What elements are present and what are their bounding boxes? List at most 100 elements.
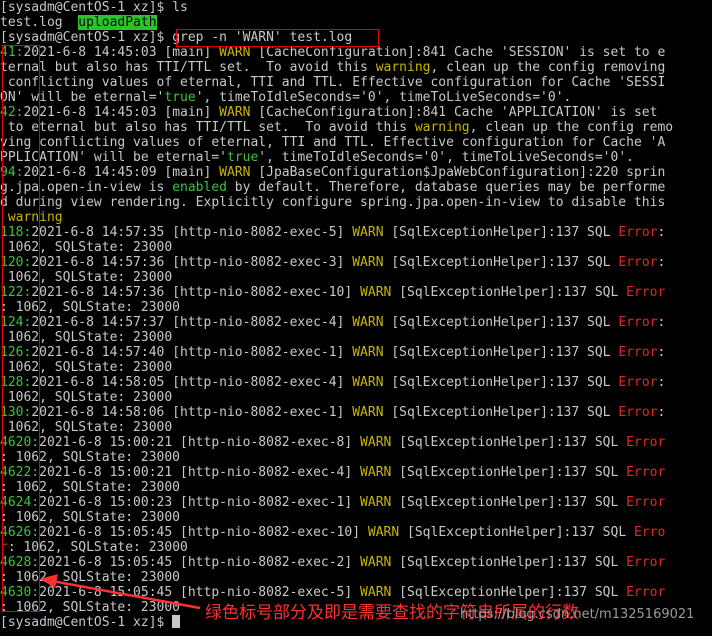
output-line: PPLICATION' will be eternal='true', time…: [0, 150, 634, 165]
log-text: [JpaBaseConfiguration$JpaWebConfiguratio…: [250, 165, 666, 180]
line-number-match: 4626:: [0, 525, 40, 540]
log-text: 2021-6-8 15:00:21 [http-nio-8082-exec-4]: [39, 465, 361, 480]
keyword-error: Error: [618, 255, 658, 270]
keyword-warn: WARN: [352, 405, 384, 420]
keyword-error: r: [0, 540, 8, 555]
line-number-match: 4622:: [0, 465, 40, 480]
output-line: 1062, SQLState: 23000: [0, 420, 172, 435]
terminal-window[interactable]: [sysadm@CentOS-1 xz]$ ls test.log upload…: [0, 0, 712, 636]
keyword-warn: WARN: [360, 435, 392, 450]
log-text: [SqlExceptionHelper]:137 SQL: [391, 465, 627, 480]
keyword-warning: warning: [375, 60, 431, 75]
keyword-warn: WARN: [352, 225, 384, 240]
highlighted-value: enabled: [172, 180, 227, 195]
output-line: r: 1062, SQLState: 23000: [0, 540, 188, 555]
log-text: ', timeToIdleSeconds='0', timeToLiveSeco…: [258, 150, 634, 165]
highlighted-value: true: [226, 150, 259, 165]
line-number-match: 4628:: [0, 555, 40, 570]
log-text: 1062, SQLState: 23000: [0, 360, 173, 375]
output-line: 124:2021-6-8 14:57:37 [http-nio-8082-exe…: [0, 315, 665, 330]
line-number-match: 4620:: [0, 435, 40, 450]
line-number-match: 128:: [0, 375, 32, 390]
line-number-match: 42:: [0, 105, 24, 120]
keyword-warn: WARN: [360, 285, 392, 300]
line-number-match: 118:: [0, 225, 32, 240]
output-line: conflicting values of eternal, TTI and T…: [0, 75, 665, 90]
log-text: ving conflicting values of eternal, TTI …: [0, 135, 666, 150]
output-line: 4624:2021-6-8 15:00:23 [http-nio-8082-ex…: [0, 495, 665, 510]
output-line: 118:2021-6-8 14:57:35 [http-nio-8082-exe…: [0, 225, 665, 240]
line-number-match: 124:: [0, 315, 32, 330]
text-cursor: [172, 615, 181, 628]
command-ls: ls: [172, 0, 188, 15]
log-text: 2021-6-8 14:57:36 [http-nio-8082-exec-3]: [31, 255, 353, 270]
log-text: : 1062, SQLState: 23000: [0, 480, 181, 495]
log-text: 2021-6-8 14:57:36 [http-nio-8082-exec-10…: [31, 285, 361, 300]
log-text: 2021-6-8 14:45:09 [main]: [23, 165, 220, 180]
log-text: 1062, SQLState: 23000: [0, 330, 173, 345]
line-number-match: 94:: [0, 165, 24, 180]
log-text: ternal but also has TTI/TTL set. To avoi…: [0, 60, 376, 75]
keyword-error: Erro: [634, 525, 666, 540]
log-text: [SqlExceptionHelper]:137 SQL: [383, 405, 619, 420]
log-text: conflicting values of eternal, TTI and T…: [0, 75, 666, 90]
keyword-error: Error: [618, 225, 658, 240]
output-line: to eternal but also has TTI/TTL set. To …: [0, 120, 673, 135]
keyword-warn: WARN: [360, 495, 392, 510]
log-text: [SqlExceptionHelper]:137 SQL: [383, 255, 619, 270]
log-text: 1062, SQLState: 23000: [0, 420, 173, 435]
keyword-warn: WARN: [219, 165, 251, 180]
log-text: [SqlExceptionHelper]:137 SQL: [391, 495, 627, 510]
keyword-error: Error: [626, 555, 666, 570]
keyword-error: Error: [626, 435, 666, 450]
log-text: :: [657, 375, 666, 390]
prompt-line-grep: [sysadm@CentOS-1 xz]$ grep -n 'WARN' tes…: [0, 30, 352, 45]
line-number-match: 4624:: [0, 495, 40, 510]
command-grep: grep -n 'WARN' test.log: [172, 30, 353, 45]
output-line: 4622:2021-6-8 15:00:21 [http-nio-8082-ex…: [0, 465, 665, 480]
log-text: :: [657, 255, 666, 270]
output-line: 126:2021-6-8 14:57:40 [http-nio-8082-exe…: [0, 345, 665, 360]
log-text: : 1062, SQLState: 23000: [0, 570, 181, 585]
output-line: warning: [0, 210, 63, 225]
keyword-error: Error: [618, 405, 658, 420]
log-text: 2021-6-8 14:57:40 [http-nio-8082-exec-1]: [31, 345, 353, 360]
log-text: 1062, SQLState: 23000: [0, 270, 173, 285]
prompt-line-current[interactable]: [sysadm@CentOS-1 xz]$: [0, 615, 181, 630]
keyword-warning: warning: [0, 210, 63, 225]
line-number-match: 4630:: [0, 585, 40, 600]
output-line: 41:2021-6-8 14:45:03 [main] WARN [CacheC…: [0, 45, 665, 60]
keyword-error: Error: [626, 285, 666, 300]
log-text: :: [657, 405, 666, 420]
output-line: 1062, SQLState: 23000: [0, 270, 172, 285]
output-line: 128:2021-6-8 14:58:05 [http-nio-8082-exe…: [0, 375, 665, 390]
output-line: 1062, SQLState: 23000: [0, 360, 172, 375]
output-line: 122:2021-6-8 14:57:36 [http-nio-8082-exe…: [0, 285, 665, 300]
output-line: d during view rendering. Explicitly conf…: [0, 195, 665, 210]
log-text: 1062, SQLState: 23000: [0, 390, 173, 405]
line-number-match: 120:: [0, 255, 32, 270]
log-text: :: [657, 315, 666, 330]
output-line: 130:2021-6-8 14:58:06 [http-nio-8082-exe…: [0, 405, 665, 420]
keyword-warn: WARN: [219, 105, 251, 120]
output-line: 4620:2021-6-8 15:00:21 [http-nio-8082-ex…: [0, 435, 665, 450]
log-text: 2021-6-8 14:58:05 [http-nio-8082-exec-4]: [31, 375, 353, 390]
shell-prompt: [sysadm@CentOS-1 xz]$: [0, 615, 173, 630]
log-text: , clean up the config removing: [430, 60, 666, 75]
log-text: : 1062, SQLState: 23000: [7, 540, 188, 555]
keyword-error: Error: [626, 495, 666, 510]
output-line: 120:2021-6-8 14:57:36 [http-nio-8082-exe…: [0, 255, 665, 270]
log-text: 1062, SQLState: 23000: [0, 240, 173, 255]
output-line: ternal but also has TTI/TTL set. To avoi…: [0, 60, 665, 75]
keyword-warn: WARN: [367, 525, 400, 540]
keyword-warning: warning: [414, 120, 470, 135]
log-text: PPLICATION' will be eternal=': [0, 150, 227, 165]
log-text: [SqlExceptionHelper]:137 SQL: [391, 285, 627, 300]
output-line: 4628:2021-6-8 15:05:45 [http-nio-8082-ex…: [0, 555, 665, 570]
output-line: : 1062, SQLState: 23000: [0, 300, 180, 315]
log-text: 2021-6-8 14:57:37 [http-nio-8082-exec-4]: [31, 315, 353, 330]
log-text: [SqlExceptionHelper]:137 SQL: [391, 435, 627, 450]
output-line: : 1062, SQLState: 23000: [0, 570, 180, 585]
keyword-error: Error: [618, 315, 658, 330]
output-line: : 1062, SQLState: 23000: [0, 450, 180, 465]
